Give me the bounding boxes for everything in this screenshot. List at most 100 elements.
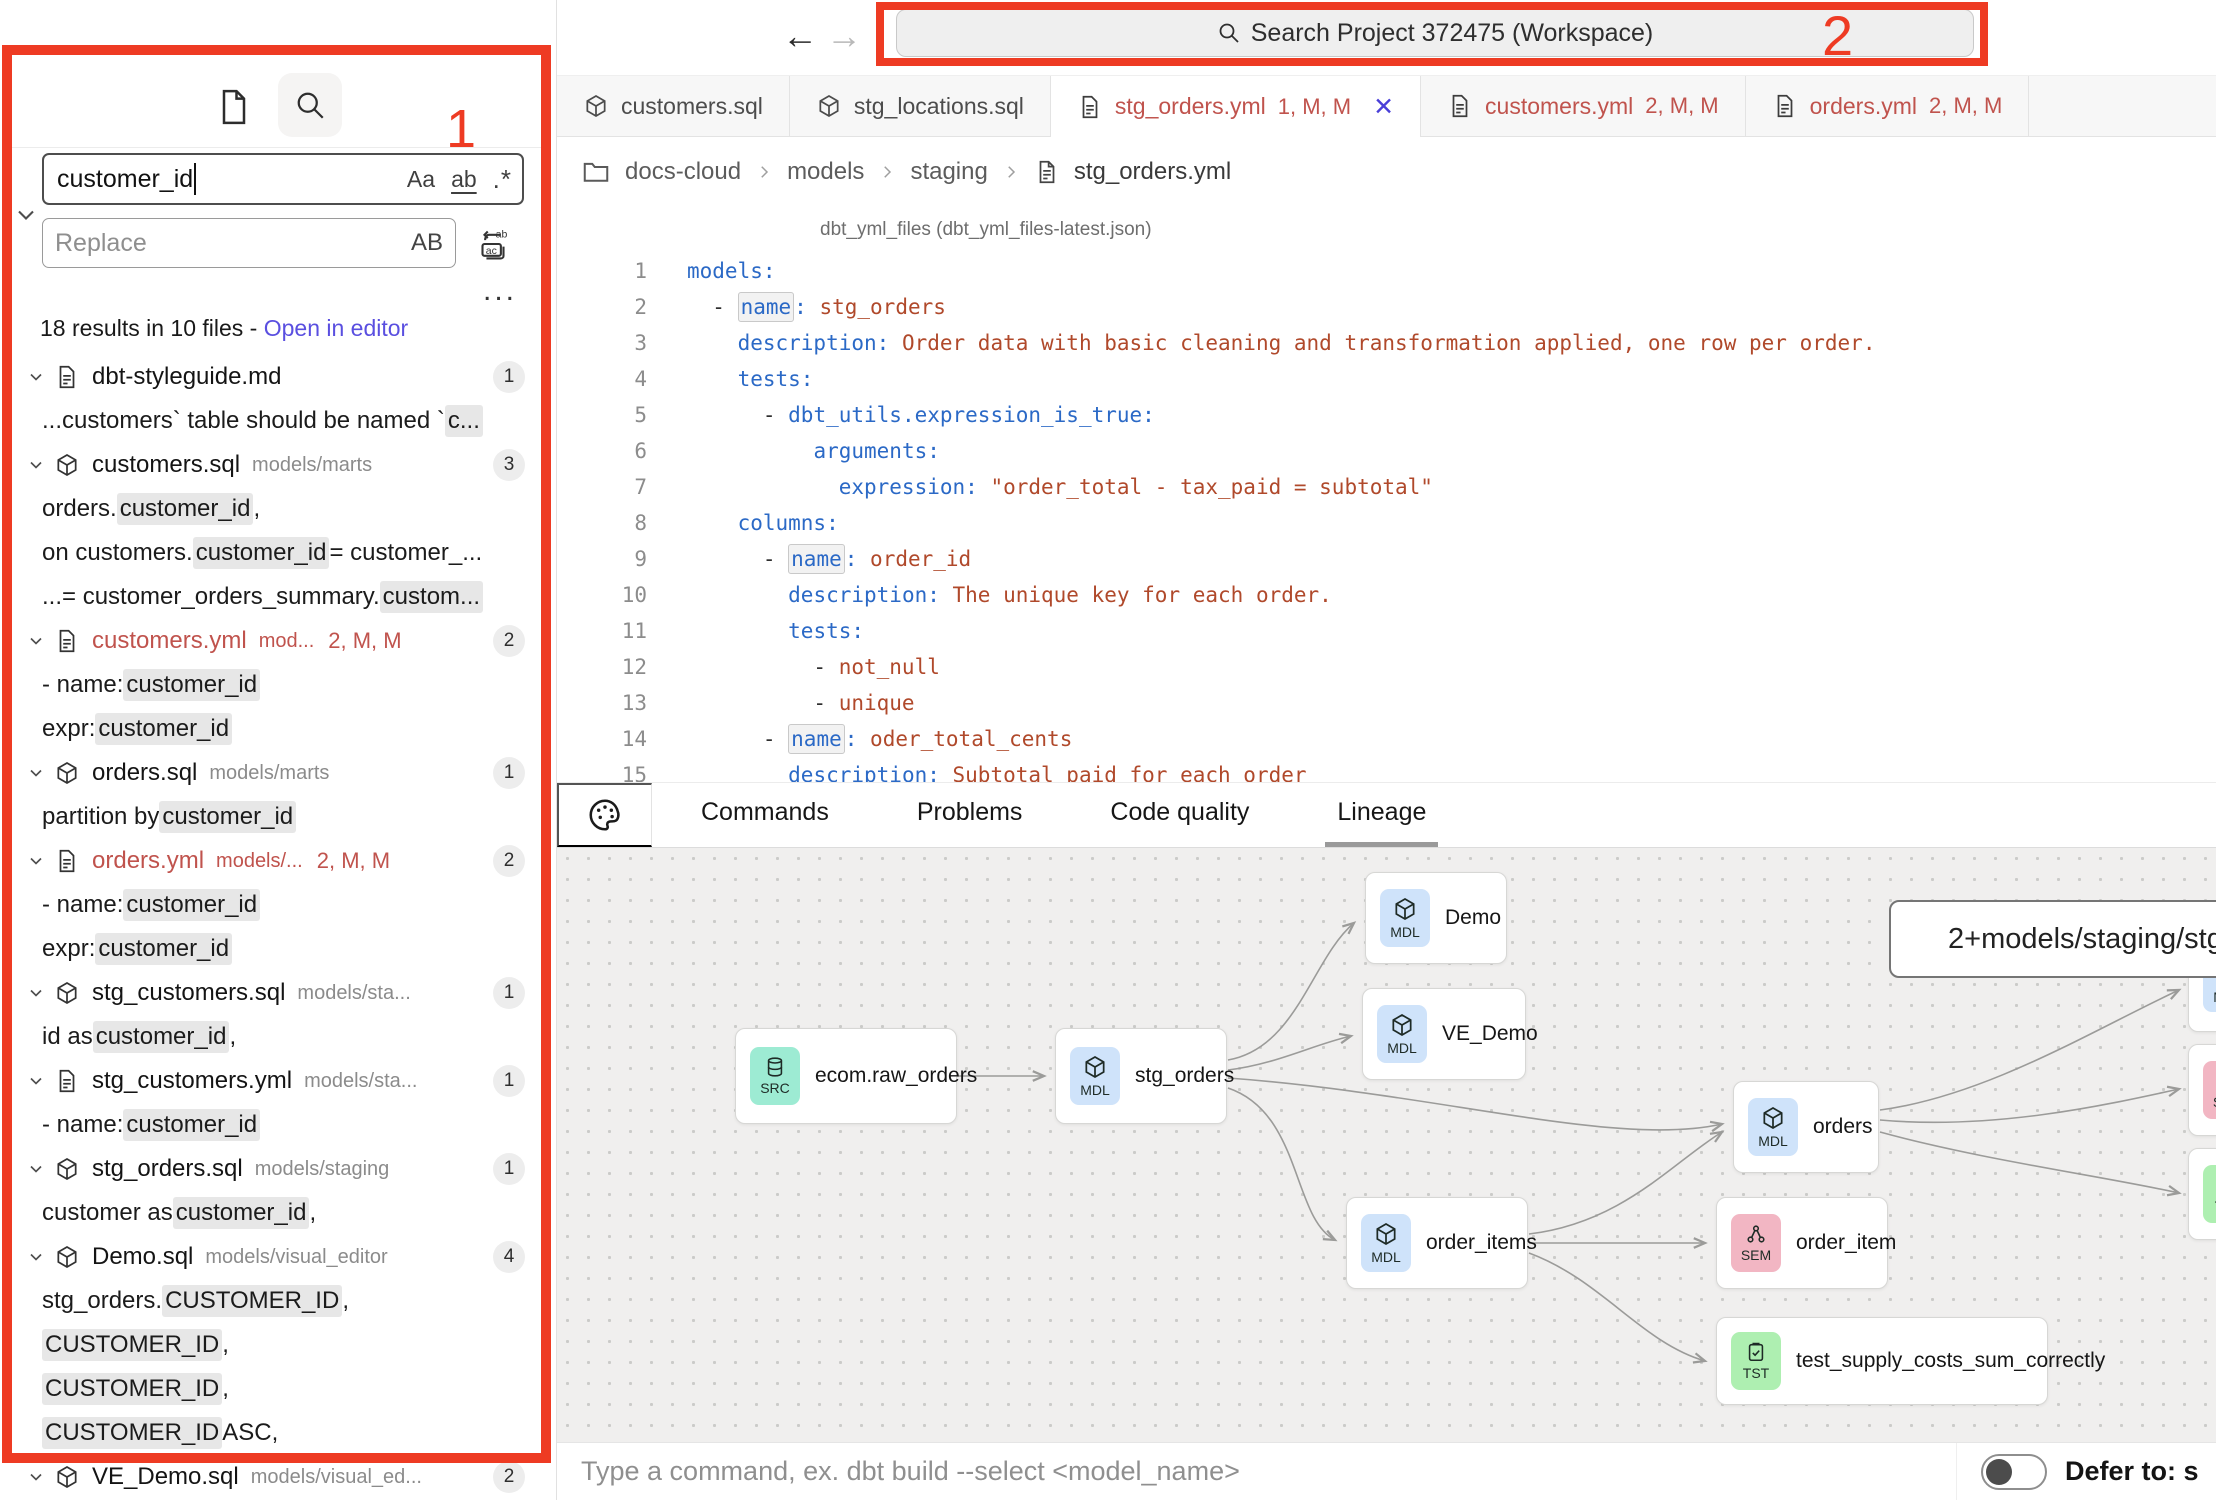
code-token: description: <box>738 331 890 355</box>
breadcrumb-segment[interactable]: staging <box>910 158 987 186</box>
match-case-button[interactable]: Aa <box>407 166 435 193</box>
search-result-match[interactable]: partition by customer_id <box>12 795 541 839</box>
search-result-match[interactable]: ...= customer_orders_summary.custom... <box>12 575 541 619</box>
project-search-label: Search Project 372475 (Workspace) <box>1251 19 1654 48</box>
preserve-case-button[interactable]: AB <box>411 229 443 257</box>
editor-tab-stg_orders-yml[interactable]: stg_orders.yml1, M, M✕ <box>1051 76 1421 137</box>
search-result-file[interactable]: dbt-styleguide.md1 <box>12 355 541 399</box>
code-line[interactable]: 10 description: The unique key for each … <box>557 577 2216 613</box>
whole-word-button[interactable]: ab <box>451 166 477 193</box>
more-actions-button[interactable]: ... <box>474 271 526 311</box>
search-result-file[interactable]: VE_Demo.sqlmodels/visual_ed...2 <box>12 1455 541 1499</box>
search-result-match[interactable]: id as customer_id, <box>12 1015 541 1059</box>
close-tab-icon[interactable]: ✕ <box>1373 92 1394 122</box>
search-result-file[interactable]: stg_orders.sqlmodels/staging1 <box>12 1147 541 1191</box>
lineage-canvas[interactable]: SRCecom.raw_orders MDLstg_orders MDLDemo MD… <box>557 848 2216 1442</box>
command-input[interactable]: Type a command, ex. dbt build --select <… <box>581 1443 1240 1500</box>
lineage-node-ecom-raw-orders[interactable]: SRCecom.raw_orders <box>735 1028 957 1124</box>
replace-all-icon[interactable]: ab ac <box>472 221 518 267</box>
defer-toggle[interactable] <box>1981 1454 2047 1490</box>
search-result-file[interactable]: customers.ymlmod...2, M, M2 <box>12 619 541 663</box>
search-result-match[interactable]: CUSTOMER_ID ASC, <box>12 1411 541 1455</box>
match-text: , <box>342 1287 349 1315</box>
search-result-match[interactable]: customer as customer_id, <box>12 1191 541 1235</box>
regex-button[interactable]: .* <box>493 164 512 195</box>
search-result-match[interactable]: orders.customer_id, <box>12 487 541 531</box>
code-line[interactable]: 8 columns: <box>557 505 2216 541</box>
code-line[interactable]: 14 - name: oder_total_cents <box>557 721 2216 757</box>
code-editor[interactable]: dbt_yml_files (dbt_yml_files-latest.json… <box>557 205 2216 782</box>
code-line[interactable]: 15 description: Subtotal paid for each o… <box>557 757 2216 782</box>
back-button[interactable]: ← <box>782 14 818 58</box>
lineage-node-order-item[interactable]: SEMorder_item <box>1716 1197 1888 1289</box>
match-count-badge: 2 <box>493 845 525 877</box>
search-input[interactable]: customer_id Aa ab .* <box>42 153 524 205</box>
editor-tab-orders-yml[interactable]: orders.yml2, M, M <box>1746 76 2030 136</box>
code-token: models: <box>687 259 776 283</box>
code-line[interactable]: 12 - not_null <box>557 649 2216 685</box>
search-result-match[interactable]: expr: customer_id <box>12 707 541 751</box>
code-line[interactable]: 4 tests: <box>557 361 2216 397</box>
code-line[interactable]: 6 arguments: <box>557 433 2216 469</box>
code-line[interactable]: 9 - name: order_id <box>557 541 2216 577</box>
match-text: = customer_... <box>329 539 482 567</box>
replace-input[interactable]: Replace AB <box>42 218 456 268</box>
editor-tab-stg_locations-sql[interactable]: stg_locations.sql <box>790 76 1051 136</box>
code-line[interactable]: 2 - name: stg_orders <box>557 289 2216 325</box>
search-result-file[interactable]: Demo.sqlmodels/visual_editor4 <box>12 1235 541 1279</box>
code-line[interactable]: 13 - unique <box>557 685 2216 721</box>
lineage-node-ve-demo[interactable]: MDLVE_Demo <box>1362 988 1526 1080</box>
forward-button[interactable]: → <box>826 14 862 58</box>
search-result-file[interactable]: orders.ymlmodels/...2, M, M2 <box>12 839 541 883</box>
lineage-node-partial-semantic[interactable]: SEM <box>2188 1044 2216 1136</box>
panel-tab-commands[interactable]: Commands <box>689 783 841 847</box>
search-result-match[interactable]: CUSTOMER_ID, <box>12 1367 541 1411</box>
search-match-token: name <box>738 292 795 322</box>
chevron-down-icon <box>26 1467 46 1487</box>
lineage-node-orders[interactable]: MDLorders <box>1733 1081 1879 1173</box>
code-line[interactable]: 3 description: Order data with basic cle… <box>557 325 2216 361</box>
project-search-bar[interactable]: Search Project 372475 (Workspace) <box>896 9 1974 57</box>
code-line[interactable]: 5 - dbt_utils.expression_is_true: <box>557 397 2216 433</box>
search-result-match[interactable]: stg_orders.CUSTOMER_ID, <box>12 1279 541 1323</box>
editor-tab-customers-yml[interactable]: customers.yml2, M, M <box>1421 76 1746 136</box>
search-result-match[interactable]: - name: customer_id <box>12 883 541 927</box>
code-line[interactable]: 11 tests: <box>557 613 2216 649</box>
open-in-editor-link[interactable]: Open in editor <box>264 315 408 341</box>
search-result-file[interactable]: orders.sqlmodels/marts1 <box>12 751 541 795</box>
code-line[interactable]: 1models: <box>557 253 2216 289</box>
search-result-match[interactable]: - name: customer_id <box>12 1103 541 1147</box>
panel-tab-problems[interactable]: Problems <box>905 783 1035 847</box>
lineage-node-order-items[interactable]: MDLorder_items <box>1346 1197 1528 1289</box>
lineage-node-partial-test[interactable]: TST <box>2188 1148 2216 1240</box>
node-type-badge: MDL <box>1377 1005 1427 1063</box>
lineage-filter-box[interactable]: 2+models/staging/stg_or <box>1889 900 2216 978</box>
panel-tab-lineage[interactable]: Lineage <box>1325 783 1438 847</box>
panel-tab-code-quality[interactable]: Code quality <box>1098 783 1261 847</box>
file-explorer-icon[interactable] <box>214 85 258 129</box>
lineage-node-demo[interactable]: MDLDemo <box>1365 872 1507 964</box>
search-result-match[interactable]: expr: customer_id <box>12 927 541 971</box>
theme-palette-icon[interactable] <box>557 783 652 847</box>
chevron-down-icon <box>26 631 46 651</box>
bottom-panel-header: Commands Problems Code quality Lineage <box>557 782 2216 848</box>
tab-git-status: 2, M, M <box>1929 93 2002 119</box>
search-panel-icon[interactable] <box>278 73 342 137</box>
search-results-list: dbt-styleguide.md1...customers` table sh… <box>12 355 541 1499</box>
code-token: oder_total_cents <box>870 727 1072 751</box>
search-result-match[interactable]: ...customers` table should be named `c..… <box>12 399 541 443</box>
toggle-replace-chevron-icon[interactable] <box>12 201 40 229</box>
lineage-node-test-supply-costs-sum-correctly[interactable]: TSTtest_supply_costs_sum_correctly <box>1716 1317 2048 1405</box>
code-line[interactable]: 7 expression: "order_total - tax_paid = … <box>557 469 2216 505</box>
search-result-file[interactable]: customers.sqlmodels/marts3 <box>12 443 541 487</box>
search-result-file[interactable]: stg_customers.sqlmodels/sta...1 <box>12 971 541 1015</box>
search-result-match[interactable]: on customers.customer_id = customer_... <box>12 531 541 575</box>
lineage-node-stg-orders[interactable]: MDLstg_orders <box>1055 1028 1227 1124</box>
breadcrumb-segment[interactable]: docs-cloud <box>625 158 741 186</box>
search-result-file[interactable]: stg_customers.ymlmodels/sta...1 <box>12 1059 541 1103</box>
breadcrumb[interactable]: docs-cloudmodelsstaging stg_orders.yml <box>557 138 2216 205</box>
search-result-match[interactable]: CUSTOMER_ID, <box>12 1323 541 1367</box>
editor-tab-customers-sql[interactable]: customers.sql <box>557 76 790 136</box>
breadcrumb-segment[interactable]: models <box>787 158 864 186</box>
search-result-match[interactable]: - name: customer_id <box>12 663 541 707</box>
